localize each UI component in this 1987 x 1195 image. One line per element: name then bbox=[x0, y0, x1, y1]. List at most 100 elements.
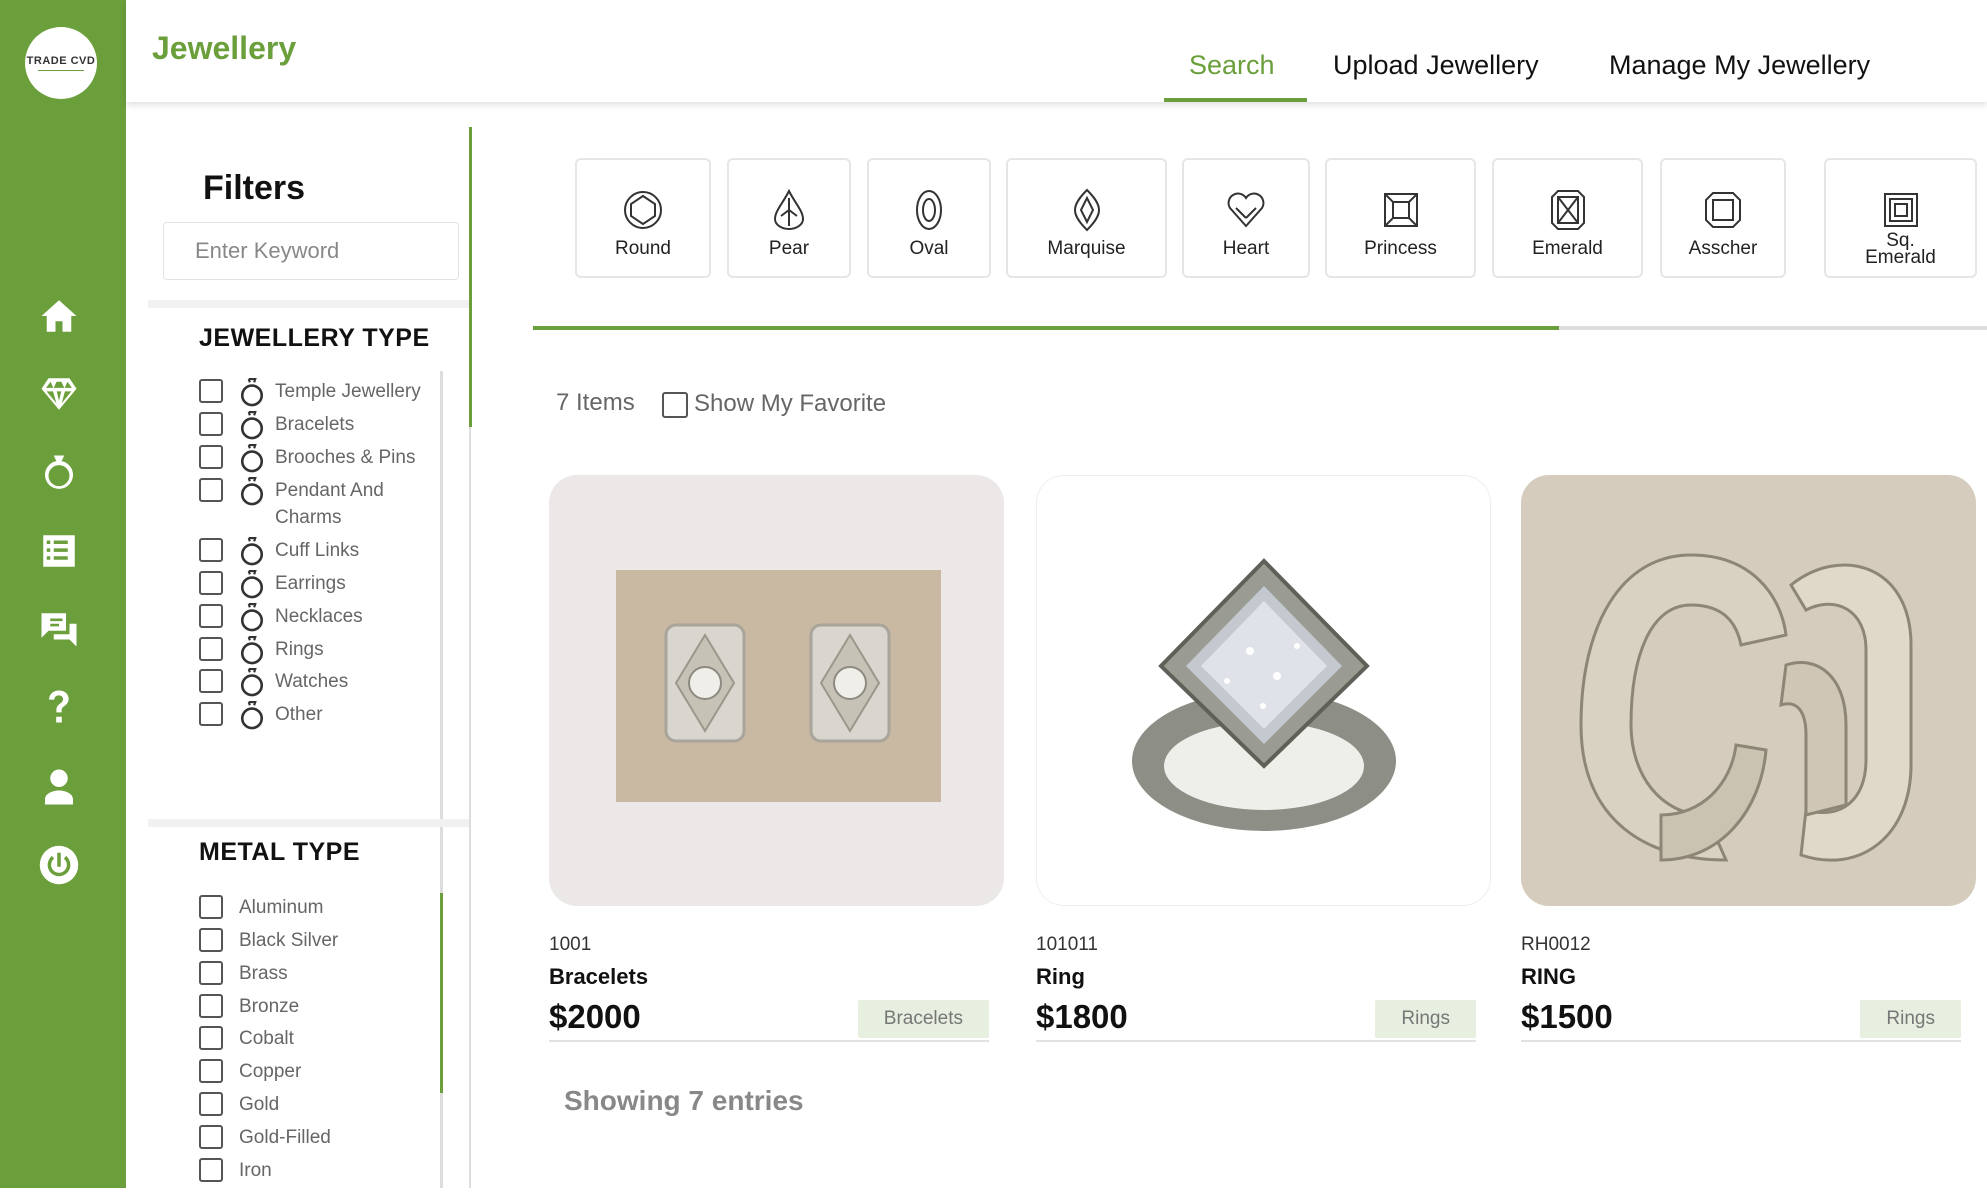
user-icon[interactable] bbox=[36, 764, 82, 810]
filter-option[interactable]: Rings bbox=[199, 636, 324, 666]
filter-checkbox[interactable] bbox=[199, 994, 223, 1018]
tab-upload-jewellery[interactable]: Upload Jewellery bbox=[1333, 50, 1539, 81]
filter-checkbox[interactable] bbox=[199, 961, 223, 985]
filter-option[interactable]: Necklaces bbox=[199, 603, 363, 633]
shape-label: Heart bbox=[1222, 238, 1270, 259]
shape-option[interactable]: Sq. Emerald bbox=[1824, 158, 1977, 278]
shape-option[interactable]: Asscher bbox=[1660, 158, 1786, 278]
product-id: RH0012 bbox=[1521, 934, 1591, 955]
filter-option-label: Brooches & Pins bbox=[275, 447, 416, 468]
metal-type-scroll-thumb[interactable] bbox=[440, 893, 443, 1093]
filter-option[interactable]: Bracelets bbox=[199, 411, 354, 441]
filter-option[interactable]: Iron bbox=[199, 1157, 272, 1184]
filter-option-label: Rings bbox=[275, 639, 324, 660]
ring-icon[interactable] bbox=[36, 450, 82, 496]
product-name[interactable]: Bracelets bbox=[549, 964, 1004, 990]
shape-label: Round bbox=[615, 238, 671, 259]
filter-checkbox[interactable] bbox=[199, 571, 223, 595]
oval-shape-icon bbox=[916, 190, 942, 230]
filter-option-label: Pendant And Charms bbox=[275, 480, 384, 528]
jewellery-type-title: JEWELLERY TYPE bbox=[199, 324, 430, 352]
product-card[interactable]: 1001 Bracelets $2000 Bracelets bbox=[549, 475, 1004, 1042]
filter-option-label: Gold bbox=[239, 1094, 280, 1115]
shape-label: Marquise bbox=[1047, 238, 1126, 259]
product-name[interactable]: Ring bbox=[1036, 964, 1491, 990]
filter-checkbox[interactable] bbox=[199, 928, 223, 952]
filter-checkbox[interactable] bbox=[199, 1026, 223, 1050]
show-favorite-toggle[interactable]: Show My Favorite bbox=[662, 389, 886, 418]
filter-checkbox[interactable] bbox=[199, 412, 223, 436]
filter-option[interactable]: Temple Jewellery bbox=[199, 378, 421, 408]
items-count: 7 Items bbox=[556, 389, 635, 416]
filter-option-label: Temple Jewellery bbox=[275, 381, 421, 402]
product-category-badge: Rings bbox=[1375, 1000, 1476, 1038]
asscher-shape-icon bbox=[1705, 192, 1741, 228]
product-id: 1001 bbox=[549, 934, 592, 955]
filter-option[interactable]: Earrings bbox=[199, 570, 346, 600]
filter-checkbox[interactable] bbox=[199, 478, 223, 502]
page-title: Jewellery bbox=[152, 30, 297, 66]
filter-option[interactable]: Brass bbox=[199, 960, 288, 987]
filter-option[interactable]: Cobalt bbox=[199, 1025, 294, 1052]
product-category-badge: Bracelets bbox=[857, 1000, 989, 1038]
filter-checkbox[interactable] bbox=[199, 1059, 223, 1083]
keyword-search-input[interactable] bbox=[163, 222, 459, 280]
home-icon[interactable] bbox=[36, 293, 82, 339]
active-tab-underline bbox=[1164, 98, 1307, 102]
filter-option[interactable]: Other bbox=[199, 701, 323, 731]
filter-checkbox[interactable] bbox=[199, 1125, 223, 1149]
filter-checkbox[interactable] bbox=[199, 445, 223, 469]
filter-option[interactable]: Cuff Links bbox=[199, 537, 359, 567]
tab-manage-my-jewellery[interactable]: Manage My Jewellery bbox=[1609, 50, 1870, 81]
shape-option[interactable]: Princess bbox=[1325, 158, 1476, 278]
filter-option[interactable]: Pendant And Charms bbox=[199, 477, 405, 531]
ring-icon bbox=[239, 570, 265, 600]
checklist-icon[interactable] bbox=[36, 528, 82, 574]
filter-checkbox[interactable] bbox=[199, 604, 223, 628]
product-image[interactable] bbox=[1036, 475, 1491, 906]
filters-panel: Filters JEWELLERY TYPE Temple Jewellery B… bbox=[148, 127, 471, 1188]
shape-option[interactable]: Pear bbox=[727, 158, 851, 278]
power-icon[interactable] bbox=[36, 842, 82, 888]
filter-option[interactable]: Copper bbox=[199, 1058, 301, 1085]
tab-search[interactable]: Search bbox=[1189, 50, 1275, 81]
filter-checkbox[interactable] bbox=[199, 1158, 223, 1182]
show-favorite-label: Show My Favorite bbox=[694, 389, 887, 417]
filter-option[interactable]: Watches bbox=[199, 668, 348, 698]
shape-scroll-thumb[interactable] bbox=[533, 326, 1559, 330]
filter-option[interactable]: Gold-Filled bbox=[199, 1124, 331, 1151]
filter-option[interactable]: Gold bbox=[199, 1091, 279, 1118]
filter-checkbox[interactable] bbox=[199, 1092, 223, 1116]
help-icon[interactable] bbox=[36, 685, 82, 731]
filter-checkbox[interactable] bbox=[199, 669, 223, 693]
shape-option[interactable]: Oval bbox=[867, 158, 991, 278]
product-name[interactable]: RING bbox=[1521, 964, 1976, 990]
filters-title: Filters bbox=[203, 169, 306, 207]
filters-scroll-thumb[interactable] bbox=[469, 127, 472, 427]
filter-option[interactable]: Brooches & Pins bbox=[199, 444, 415, 474]
product-image[interactable] bbox=[1521, 475, 1976, 906]
filter-checkbox[interactable] bbox=[199, 538, 223, 562]
filter-checkbox[interactable] bbox=[199, 637, 223, 661]
filter-checkbox[interactable] bbox=[199, 895, 223, 919]
pear-shape-icon bbox=[773, 188, 805, 230]
filter-option[interactable]: Aluminum bbox=[199, 894, 323, 921]
filter-option[interactable]: Black Silver bbox=[199, 927, 338, 954]
shape-option[interactable]: Marquise bbox=[1006, 158, 1167, 278]
product-card[interactable]: RH0012 RING $1500 Rings bbox=[1521, 475, 1976, 1042]
diamond-icon[interactable] bbox=[36, 371, 82, 417]
filter-checkbox[interactable] bbox=[199, 379, 223, 403]
filters-scroll-track[interactable] bbox=[469, 427, 471, 1188]
product-image[interactable] bbox=[549, 475, 1004, 906]
chat-icon[interactable] bbox=[36, 606, 82, 652]
product-card[interactable]: 101011 Ring $1800 Rings bbox=[1036, 475, 1491, 1042]
brand-logo[interactable]: TRADE CVD bbox=[25, 27, 97, 99]
show-favorite-checkbox[interactable] bbox=[662, 392, 688, 418]
top-header: Jewellery Search Upload Jewellery Manage… bbox=[126, 0, 1987, 102]
filter-option[interactable]: Bronze bbox=[199, 993, 299, 1020]
shape-option[interactable]: Emerald bbox=[1492, 158, 1643, 278]
sq-emerald-shape-icon bbox=[1883, 193, 1918, 227]
shape-option[interactable]: Heart bbox=[1182, 158, 1310, 278]
filter-checkbox[interactable] bbox=[199, 702, 223, 726]
shape-option[interactable]: Round bbox=[575, 158, 711, 278]
